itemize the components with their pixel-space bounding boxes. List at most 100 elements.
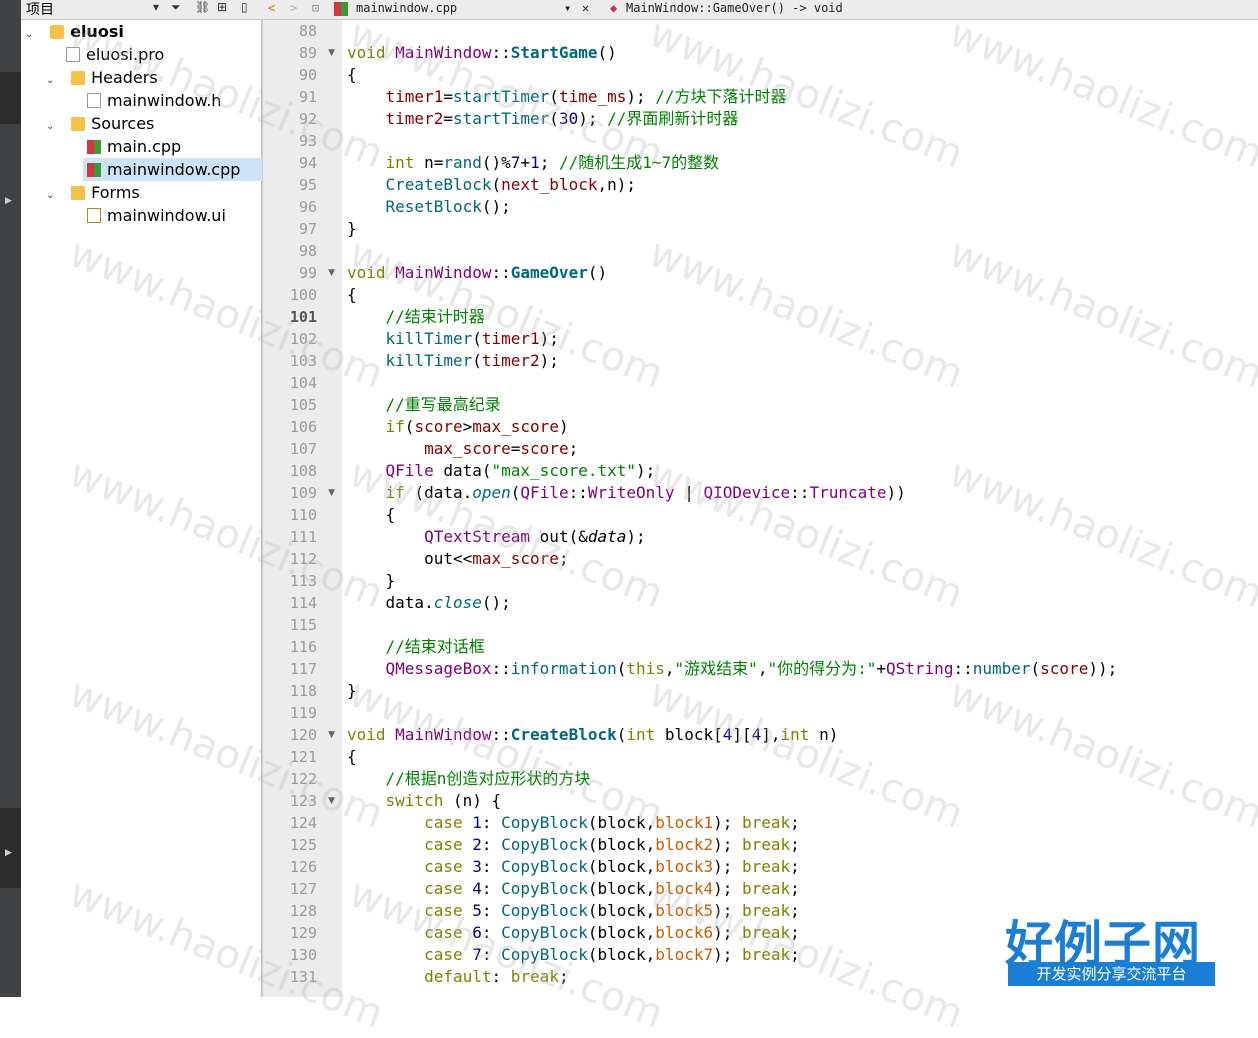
code-line-108: QFile data("max_score.txt"); <box>385 461 656 480</box>
expand-arrow-icon-2[interactable]: ▶ <box>5 848 12 858</box>
ui-file-icon <box>87 208 101 223</box>
symbol-icon: ◆ <box>610 1 618 15</box>
close-panel-icon[interactable]: ▯ <box>241 0 248 14</box>
editor-toolbar: < > ⊡ mainwindow.cpp ▾ ✕ ◆ MainWindow::G… <box>262 0 1258 20</box>
line-number-gutter: 88 89 ▼ 90 91 92 93 94 95 96 97 98 99 ▼ 100 101 102 103 10… <box>262 20 343 997</box>
file-dropdown-icon[interactable]: ▾ <box>564 1 571 15</box>
open-file-name[interactable]: mainwindow.cpp <box>356 1 457 15</box>
code-string: "max_score.txt" <box>491 461 637 480</box>
code-line-100: { <box>347 285 357 304</box>
fold-marker-icon[interactable]: ▼ <box>328 796 335 806</box>
line-number: 120 <box>289 726 317 744</box>
line-number: 101 <box>289 308 317 326</box>
line-number: 127 <box>289 880 317 898</box>
code-line-121: { <box>347 747 357 766</box>
sources-folder-icon <box>71 117 86 131</box>
code-line-96: ResetBlock(); <box>385 197 511 216</box>
symbol-selector[interactable]: MainWindow::GameOver() -> void <box>626 1 843 15</box>
line-number: 105 <box>289 396 317 414</box>
split-icon[interactable]: ⊞ <box>217 0 227 14</box>
line-number: 104 <box>289 374 317 392</box>
tree-item-sources[interactable]: ⌄ Sources <box>46 112 154 135</box>
code-string: "游戏结束" <box>674 659 758 678</box>
line-number: 90 <box>298 66 317 84</box>
mode-selected-block[interactable] <box>0 72 21 124</box>
header-file-icon <box>87 93 101 108</box>
code-comment: //结束计时器 <box>385 307 485 326</box>
line-number: 100 <box>289 286 317 304</box>
fold-marker-icon[interactable]: ▼ <box>328 488 335 498</box>
forward-arrow-icon[interactable]: > <box>290 1 297 15</box>
close-document-icon[interactable]: ✕ <box>582 1 589 15</box>
line-number: 103 <box>289 352 317 370</box>
fold-marker-icon[interactable]: ▼ <box>328 48 335 58</box>
tree-item-mainwindow-ui[interactable]: mainwindow.ui <box>87 204 226 227</box>
code-line-106: if(score>max_score) <box>385 417 569 436</box>
code-line-127: case 4: CopyBlock(block,block4); break; <box>424 879 800 898</box>
line-number: 111 <box>289 528 317 546</box>
line-number: 99 <box>298 264 317 282</box>
tree-item-headers[interactable]: ⌄ Headers <box>46 66 158 89</box>
code-line-94: int n=rand()%7+1; //随机生成1~7的整数 <box>385 153 720 172</box>
code-comment: //重写最高纪录 <box>385 395 501 414</box>
line-number: 122 <box>289 770 317 788</box>
tree-item-mainwindow-cpp[interactable]: mainwindow.cpp <box>83 158 263 181</box>
mode-sidebar: ▶ ▶ <box>0 0 21 997</box>
filter-icon[interactable]: ⏷ <box>171 0 181 15</box>
line-number: 106 <box>289 418 317 436</box>
fold-marker-icon[interactable]: ▼ <box>328 268 335 278</box>
code-line-130: case 7: CopyBlock(block,block7); break; <box>424 945 800 964</box>
tree-item-forms[interactable]: ⌄ Forms <box>46 181 140 204</box>
code-comment: //根据n创造对应形状的方块 <box>385 769 591 788</box>
code-comment: //方块下落计时器 <box>655 87 787 106</box>
line-number: 121 <box>289 748 317 766</box>
code-line-99: void MainWindow::GameOver() <box>347 263 608 282</box>
collapse-arrow-icon[interactable]: ⌄ <box>46 115 58 138</box>
project-panel-title: 项目 <box>26 2 54 18</box>
line-number: 91 <box>298 88 317 106</box>
qt-project-icon <box>50 25 65 39</box>
link-icon[interactable]: ⛓ <box>195 0 210 14</box>
line-number: 96 <box>298 198 317 216</box>
tree-item-main-cpp[interactable]: main.cpp <box>87 135 181 158</box>
code-line-109: if (data.open(QFile::WriteOnly | QIODevi… <box>385 483 906 502</box>
code-editor[interactable]: void MainWindow::StartGame() { timer1=st… <box>342 20 1258 997</box>
code-line-131: default: break; <box>424 967 569 986</box>
tree-item-eluosi[interactable]: ⌄ eluosi <box>25 20 124 43</box>
cpp-file-icon <box>87 163 101 177</box>
back-arrow-icon[interactable]: < <box>268 1 275 15</box>
line-number: 112 <box>289 550 317 568</box>
code-string: "你的得分为:" <box>767 659 877 678</box>
code-line-118: } <box>347 681 357 700</box>
code-line-95: CreateBlock(next_block,n); <box>385 175 636 194</box>
line-number: 115 <box>289 616 317 634</box>
tree-item-label: Forms <box>91 183 140 202</box>
line-number: 98 <box>298 242 317 260</box>
line-number: 93 <box>298 132 317 150</box>
fold-marker-icon[interactable]: ▼ <box>328 730 335 740</box>
code-comment: //结束对话框 <box>385 637 485 656</box>
tree-item-eluosi-pro[interactable]: eluosi.pro <box>66 43 164 66</box>
logo-subtitle: 开发实例分享交流平台 <box>1008 962 1215 986</box>
collapse-arrow-icon[interactable]: ⌄ <box>46 184 58 207</box>
code-line-102: killTimer(timer1); <box>385 329 559 348</box>
line-number: 131 <box>289 968 317 986</box>
dropdown-arrow-icon[interactable]: ▾ <box>153 0 159 14</box>
code-line-110: { <box>385 505 396 524</box>
line-number: 116 <box>289 638 317 656</box>
tree-item-mainwindow-h[interactable]: mainwindow.h <box>87 89 221 112</box>
line-number: 130 <box>289 946 317 964</box>
line-number: 95 <box>298 176 317 194</box>
code-line-123: switch (n) { <box>385 791 502 810</box>
cpp-file-icon <box>87 140 101 154</box>
expand-arrow-icon[interactable]: ▶ <box>5 196 12 206</box>
code-line-107: max_score=score; <box>424 439 579 458</box>
tree-item-label: eluosi <box>70 22 124 41</box>
collapse-arrow-icon[interactable]: ⌄ <box>46 69 58 92</box>
tree-item-label: eluosi.pro <box>86 45 165 64</box>
code-comment: //界面刷新计时器 <box>607 109 739 128</box>
collapse-arrow-icon[interactable]: ⌄ <box>25 23 37 46</box>
line-number: 109 <box>289 484 317 502</box>
tree-item-label: main.cpp <box>107 137 182 156</box>
line-number: 110 <box>289 506 317 524</box>
